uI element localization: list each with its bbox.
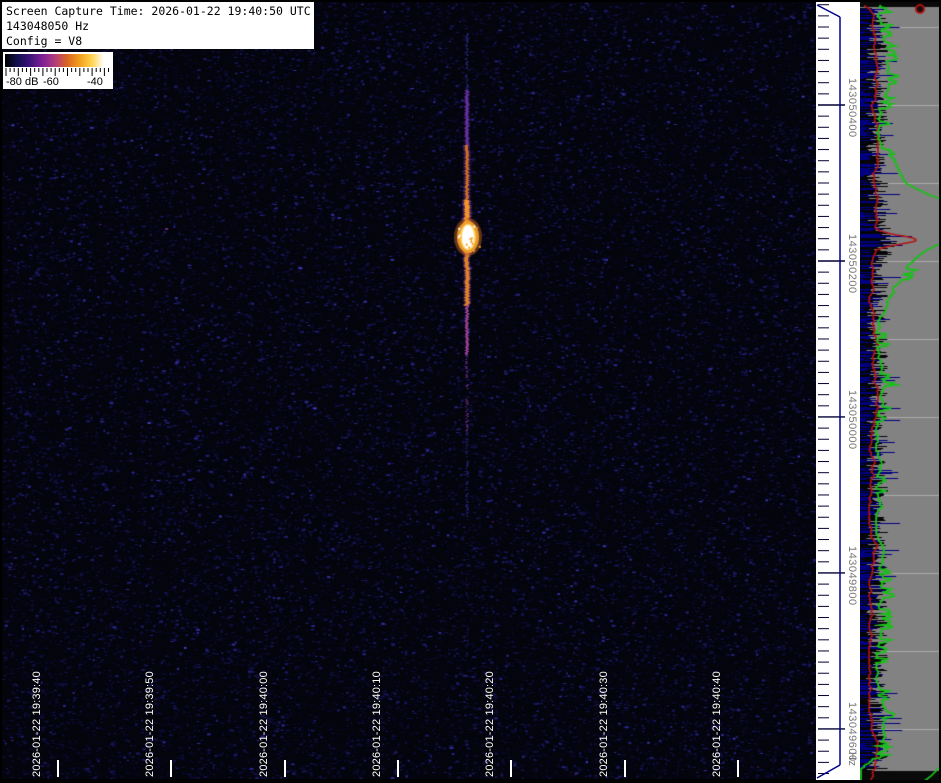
time-axis-tick [510,760,512,777]
colorbar-label-max: -40 [87,76,103,88]
time-axis-label: 2026-01-22 19:40:30 [598,671,611,777]
freq-axis-label: 143050200 [846,234,858,294]
time-axis-label: 2026-01-22 19:40:00 [258,671,271,777]
freq-axis-unit: Hz [846,752,858,766]
time-axis-tick [284,760,286,777]
center-frequency-text: 143048050 Hz [6,19,314,34]
colorbar-legend: -80 dB -60 -40 [3,52,113,89]
time-axis-tick [397,760,399,777]
capture-time-text: Screen Capture Time: 2026-01-22 19:40:50… [6,4,314,19]
time-axis-label: 2026-01-22 19:39:50 [144,671,157,777]
freq-axis-label: 143050400 [846,78,858,138]
spectrum-side-panel [860,0,941,783]
time-axis-tick [624,760,626,777]
freq-axis-label: 143050000 [846,390,858,450]
time-axis-tick [170,760,172,777]
spectrum-traces [860,0,941,783]
time-axis-tick [57,760,59,777]
colorbar-gradient [5,54,108,67]
time-axis-label: 2026-01-22 19:40:40 [711,671,724,777]
time-axis-label: 2026-01-22 19:40:10 [371,671,384,777]
frequency-axis-ruler: 143050400 143050200 143050000 143049800 … [816,0,860,783]
config-text: Config = V8 [6,34,314,49]
freq-axis-label: 143049800 [846,546,858,606]
time-axis-label: 2026-01-22 19:40:20 [484,671,497,777]
capture-info-box: Screen Capture Time: 2026-01-22 19:40:50… [2,2,314,49]
screen-capture-root: Screen Capture Time: 2026-01-22 19:40:50… [0,0,941,783]
time-axis-label: 2026-01-22 19:39:40 [31,671,44,777]
time-axis-tick [737,760,739,777]
colorbar-label-min: -80 dB [6,76,38,88]
colorbar-label-mid: -60 [43,76,59,88]
spectrogram-waterfall [2,2,816,779]
